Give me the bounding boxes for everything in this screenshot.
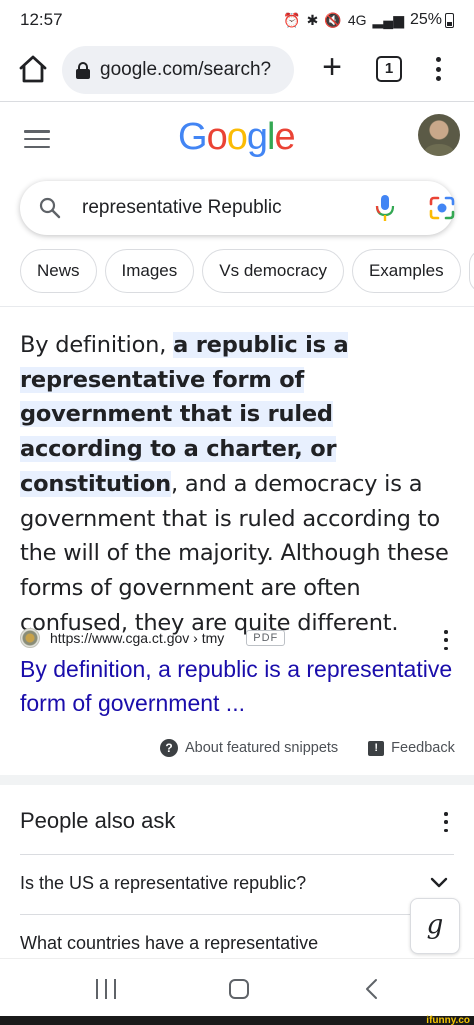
feedback-icon: !: [368, 740, 385, 756]
mute-icon: 🔇: [324, 11, 342, 28]
handwriting-input-icon[interactable]: g: [410, 898, 460, 954]
signal-icon: ▂▄▆: [372, 11, 404, 28]
logo-letter: o: [226, 116, 248, 158]
browser-toolbar: google.com/search? + 1: [0, 42, 474, 96]
watermark-bar: ifunny.co: [0, 1016, 474, 1025]
feedback-link[interactable]: Feedback: [391, 740, 455, 756]
pdf-badge: PDF: [246, 630, 286, 646]
tab-switcher-button[interactable]: 1: [376, 56, 402, 82]
divider: [0, 306, 474, 307]
system-navigation-bar: [0, 958, 474, 1016]
chip-more[interactable]: [468, 249, 474, 293]
snippet-lead: By definition,: [20, 332, 174, 358]
avatar[interactable]: [418, 114, 460, 156]
lock-icon: [76, 61, 90, 79]
status-bar: 12:57 ⏰ ✱ 🔇 4G ▂▄▆ 25%: [0, 0, 474, 40]
watermark: ifunny.co: [426, 1015, 470, 1025]
google-lens-icon[interactable]: [428, 195, 456, 221]
battery-icon: [445, 12, 454, 28]
paa-menu-icon[interactable]: [442, 812, 450, 832]
snippet-footer: ? About featured snippets ! Feedback: [160, 738, 460, 758]
result-menu-icon[interactable]: [442, 630, 450, 650]
section-separator: [0, 775, 474, 785]
home-icon[interactable]: [16, 52, 50, 86]
battery-level: 25%: [409, 11, 442, 28]
chip-images[interactable]: Images: [104, 249, 195, 293]
address-text: google.com/search?: [100, 59, 272, 80]
search-icon[interactable]: [38, 196, 62, 220]
address-bar[interactable]: google.com/search?: [62, 46, 294, 94]
paa-question[interactable]: What countries have a representative: [20, 933, 318, 954]
chip-examples[interactable]: Examples: [351, 249, 461, 293]
people-also-ask-title: People also ask: [20, 808, 176, 833]
logo-letter: G: [178, 116, 208, 158]
chevron-down-icon[interactable]: [430, 876, 448, 890]
divider: [0, 101, 474, 102]
search-box[interactable]: representative Republic: [20, 181, 456, 235]
about-featured-snippets-link[interactable]: About featured snippets: [185, 740, 338, 756]
chip-news[interactable]: News: [20, 249, 97, 293]
paa-question[interactable]: Is the US a representative republic?: [20, 873, 306, 894]
new-tab-button[interactable]: +: [316, 50, 348, 84]
hamburger-menu-icon[interactable]: [24, 130, 50, 148]
network-label: 4G: [347, 12, 367, 28]
chip-vs-democracy[interactable]: Vs democracy: [202, 249, 344, 293]
google-logo[interactable]: Google: [178, 116, 296, 159]
microphone-icon[interactable]: [372, 193, 398, 223]
back-icon[interactable]: [364, 978, 380, 1000]
logo-letter: e: [274, 116, 295, 158]
search-input[interactable]: representative Republic: [82, 197, 282, 219]
source-url[interactable]: https://www.cga.ct.gov › tmy: [50, 630, 224, 646]
home-nav-icon[interactable]: [229, 979, 249, 999]
snippet-source[interactable]: https://www.cga.ct.gov › tmy PDF: [20, 626, 460, 650]
bluetooth-icon: ✱: [306, 11, 319, 28]
search-filter-chips: News Images Vs democracy Examples: [20, 249, 474, 293]
logo-letter: g: [246, 116, 268, 158]
notification-icon: ⏰: [283, 11, 301, 28]
battery: 25%: [410, 11, 454, 29]
status-time: 12:57: [20, 10, 63, 29]
status-icons: ⏰ ✱ 🔇 4G ▂▄▆ 25%: [283, 11, 454, 29]
featured-snippet-text: By definition, a republic is a represent…: [20, 328, 460, 640]
browser-menu-icon[interactable]: [428, 54, 448, 84]
logo-letter: o: [206, 116, 228, 158]
result-title-link[interactable]: By definition, a republic is a represent…: [20, 652, 460, 720]
divider: [20, 854, 454, 855]
help-icon: ?: [160, 739, 178, 757]
divider: [20, 914, 454, 915]
site-favicon-icon: [20, 628, 40, 648]
recent-apps-icon[interactable]: [96, 979, 116, 999]
